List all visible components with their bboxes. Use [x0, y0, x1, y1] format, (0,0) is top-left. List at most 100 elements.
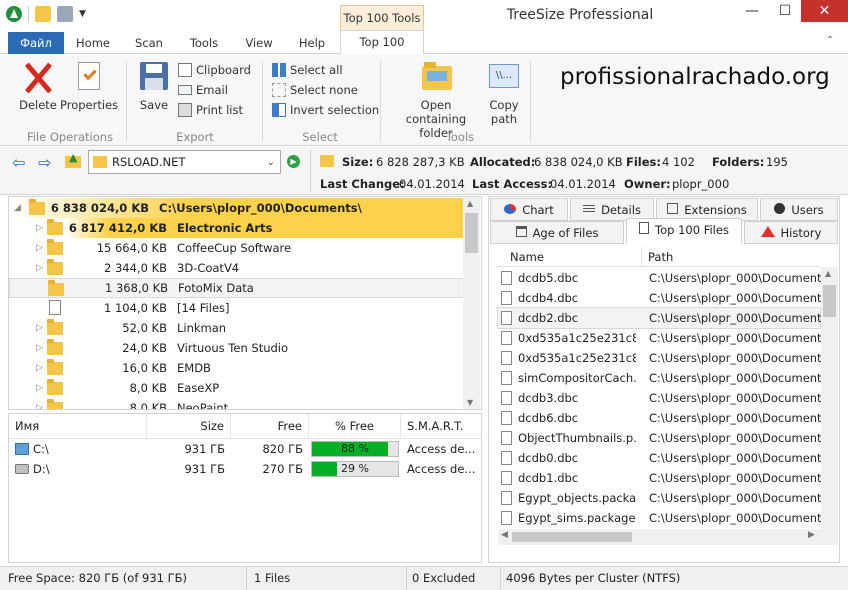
column-header-path[interactable]: Path	[648, 250, 673, 264]
file-name: 0xd535a1c25e231c85...	[518, 331, 636, 345]
expand-arrow-icon[interactable]: ▷	[36, 223, 43, 233]
clipboard-button[interactable]: Clipboard	[178, 60, 251, 80]
email-button[interactable]: Email	[178, 80, 251, 100]
collapse-ribbon-icon[interactable]: ⌃	[826, 35, 834, 46]
file-list-row[interactable]: dcdb4.dbc C:\Users\plopr_000\Documents\	[498, 288, 821, 308]
file-list-row[interactable]: ObjectThumbnails.p... C:\Users\plopr_000\…	[498, 428, 821, 448]
tree-row[interactable]: ▷ 2 344,0 KB 3D-CoatV4	[9, 258, 464, 278]
expand-arrow-icon[interactable]: ▷	[36, 403, 43, 409]
expand-arrow-icon[interactable]: ▷	[36, 363, 43, 373]
expand-arrow-icon[interactable]: ▷	[36, 323, 43, 333]
path-combobox[interactable]: RSLOAD.NET ⌄	[88, 150, 281, 174]
expand-arrow-icon[interactable]: ▷	[36, 343, 43, 353]
tree-size: 6 817 412,0 KB	[68, 221, 167, 235]
tab-top100[interactable]: Top 100	[340, 30, 424, 54]
column-header-name[interactable]: Name	[510, 250, 544, 264]
file-list-row[interactable]: dcdb2.dbc C:\Users\plopr_000\Documents\	[497, 307, 821, 329]
copy-path-button[interactable]: \\... Copy path	[486, 60, 522, 126]
column-header-free[interactable]: Free	[231, 414, 309, 438]
size-label: Size:	[342, 155, 374, 169]
column-header-smart[interactable]: S.M.A.R.T.	[401, 414, 481, 438]
select-none-button[interactable]: Select none	[272, 80, 379, 100]
file-list-vscrollbar[interactable]: ▲	[821, 267, 838, 529]
tree-size: 8,0 KB	[129, 401, 167, 410]
column-header-size[interactable]: Size	[147, 414, 231, 438]
tab-users[interactable]: Users	[760, 198, 838, 221]
properties-button[interactable]: Properties	[60, 60, 118, 112]
column-header-pct-free[interactable]: % Free	[309, 414, 401, 438]
file-list-row[interactable]: dcdb3.dbc C:\Users\plopr_000\Documents\	[498, 388, 821, 408]
file-list-row[interactable]: Egypt_objects.packa... C:\Users\plopr_000…	[498, 488, 821, 508]
file-list-hscroll-thumb[interactable]	[512, 532, 632, 542]
file-list-row[interactable]: dcdb6.dbc C:\Users\plopr_000\Documents\	[498, 408, 821, 428]
print-list-button[interactable]: Print list	[178, 100, 251, 120]
tab-scan[interactable]: Scan	[126, 32, 172, 54]
tree-row[interactable]: ▷ 24,0 KB Virtuous Ten Studio	[9, 338, 464, 358]
details-icon	[583, 205, 596, 214]
tree-row[interactable]: 1 368,0 KB FotoMix Data	[9, 278, 464, 298]
tab-details-label: Details	[601, 203, 641, 217]
tree-row[interactable]: ▷ 52,0 KB Linkman	[9, 318, 464, 338]
tab-chart[interactable]: Chart	[490, 198, 568, 221]
tab-view[interactable]: View	[236, 32, 282, 54]
drive-list[interactable]: Имя Size Free % Free S.M.A.R.T. C:\ 931 …	[8, 413, 482, 563]
file-icon	[501, 471, 512, 485]
file-path: C:\Users\plopr_000\Documents\	[649, 291, 821, 305]
file-list-row[interactable]: 0xd535a1c25e231c85... C:\Users\plopr_000\…	[498, 328, 821, 348]
tab-help[interactable]: Help	[289, 32, 335, 54]
select-all-button[interactable]: Select all	[272, 60, 379, 80]
maximize-button[interactable]: ☐	[768, 0, 802, 22]
tab-age-of-files[interactable]: Age of Files	[490, 221, 624, 244]
tab-tools[interactable]: Tools	[181, 32, 227, 54]
tree-row[interactable]: ◢ 6 838 024,0 KB C:\Users\plopr_000\Docu…	[9, 198, 464, 218]
tree-scrollbar[interactable]: ▲ ▼	[463, 197, 480, 409]
close-button[interactable]: ✕	[801, 0, 848, 22]
tab-home[interactable]: Home	[70, 32, 116, 54]
tree-row[interactable]: ▷ 15 664,0 KB CoffeeCup Software	[9, 238, 464, 258]
parent-folder-icon[interactable]: ▲	[64, 151, 82, 169]
file-list-row[interactable]: 0xd535a1c25e231c85... C:\Users\plopr_000\…	[498, 348, 821, 368]
expand-arrow-icon[interactable]: ▷	[36, 263, 43, 273]
open-containing-folder-button[interactable]: Open containing folder	[390, 60, 482, 140]
collapse-arrow-icon[interactable]: ◢	[14, 203, 21, 213]
path-dropdown-icon[interactable]: ⌄	[267, 157, 280, 168]
tree-row[interactable]: ▷ 6 817 412,0 KB Electronic Arts	[9, 218, 464, 238]
scan-drive-icon[interactable]	[57, 6, 73, 22]
file-list-row[interactable]: dcdb0.dbc C:\Users\plopr_000\Documents\	[498, 448, 821, 468]
save-button[interactable]: Save	[136, 60, 172, 112]
forward-arrow-icon[interactable]: ⇨	[38, 153, 51, 172]
file-list-hscrollbar[interactable]: ◀ ▶	[498, 529, 838, 545]
go-button[interactable]: ▶	[287, 155, 300, 168]
minimize-button[interactable]: —	[735, 0, 769, 22]
scan-folder-icon[interactable]	[35, 6, 51, 22]
qat-dropdown-icon[interactable]: ▼	[79, 9, 86, 19]
tab-top100-files[interactable]: Top 100 Files	[626, 218, 742, 244]
folder-icon	[47, 259, 63, 275]
delete-button[interactable]: Delete	[18, 60, 58, 112]
invert-selection-button[interactable]: Invert selection	[272, 100, 379, 120]
file-list-row[interactable]: Egypt_sims.package C:\Users\plopr_000\Doc…	[498, 508, 821, 528]
tree-size: 2 344,0 KB	[104, 261, 167, 275]
file-list-vscroll-thumb[interactable]	[823, 285, 836, 317]
tab-file[interactable]: Файл	[8, 32, 64, 54]
file-list-row[interactable]: dcdb5.dbc C:\Users\plopr_000\Documents\	[498, 268, 821, 288]
tree-row[interactable]: ▷ 16,0 KB EMDB	[9, 358, 464, 378]
export-small-buttons: Clipboard Email Print list	[178, 60, 251, 120]
owner-label: Owner:	[624, 177, 671, 191]
folder-tree[interactable]: ◢ 6 838 024,0 KB C:\Users\plopr_000\Docu…	[8, 196, 482, 410]
tree-row[interactable]: 1 104,0 KB [14 Files]	[9, 298, 464, 318]
tree-name: C:\Users\plopr_000\Documents\	[159, 201, 362, 215]
file-icon	[501, 391, 512, 405]
file-icon	[501, 491, 512, 505]
expand-arrow-icon[interactable]: ▷	[36, 243, 43, 253]
tree-row[interactable]: ▷ 8,0 KB EaseXP	[9, 378, 464, 398]
file-list-row[interactable]: simCompositorCach... C:\Users\plopr_000\D…	[498, 368, 821, 388]
back-arrow-icon[interactable]: ⇦	[12, 153, 25, 172]
column-header-name[interactable]: Имя	[9, 414, 147, 438]
file-list-row[interactable]: dcdb1.dbc C:\Users\plopr_000\Documents\	[498, 468, 821, 488]
tab-history[interactable]: History	[744, 221, 838, 244]
expand-arrow-icon[interactable]: ▷	[36, 383, 43, 393]
invert-selection-icon	[272, 103, 286, 117]
tree-row[interactable]: ▷ 8,0 KB NeoPaint	[9, 398, 464, 410]
tree-scrollbar-thumb[interactable]	[465, 213, 478, 253]
